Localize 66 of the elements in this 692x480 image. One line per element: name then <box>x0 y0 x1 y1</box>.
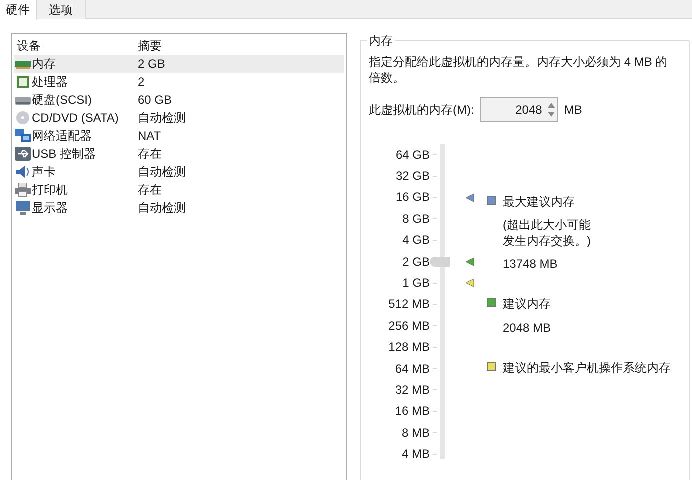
device-name: 处理器 <box>32 74 68 91</box>
legend-note: (超出此大小可能发生内存交换。) <box>503 217 592 249</box>
monitor-icon <box>15 201 31 215</box>
network-icon <box>15 129 31 143</box>
device-name: 显示器 <box>32 200 68 217</box>
device-summary: 自动检测 <box>137 164 186 181</box>
device-row[interactable]: 处理器 2 <box>14 73 344 91</box>
tick-label: 512 MB <box>388 296 430 314</box>
tick-label: 64 GB <box>396 146 430 164</box>
printer-icon <box>15 183 31 197</box>
slider-thumb[interactable] <box>430 256 450 267</box>
device-summary: 60 GB <box>137 92 172 109</box>
down-arrow-icon[interactable] <box>548 112 555 116</box>
tick-label: 16 GB <box>396 189 430 206</box>
device-name: 打印机 <box>32 182 68 199</box>
device-summary: NAT <box>137 128 162 145</box>
speaker-icon <box>15 165 31 179</box>
memory-label: 此虚拟机的内存(M): <box>369 102 474 118</box>
device-row[interactable]: 打印机 存在 <box>14 181 344 199</box>
legend-value: 13748 MB <box>503 256 559 273</box>
legend-label: 建议内存 <box>503 296 552 313</box>
tick-label: 32 MB <box>395 382 430 399</box>
tick-label: 4 MB <box>402 446 430 464</box>
device-name: 声卡 <box>32 164 56 181</box>
memory-spinbox[interactable]: 2048 <box>480 97 558 122</box>
disc-icon <box>15 111 31 125</box>
column-header[interactable]: 设备 <box>14 37 136 55</box>
tick-label: 128 MB <box>388 339 430 356</box>
memory-unit: MB <box>564 102 582 118</box>
device-name: 内存 <box>32 56 56 73</box>
up-arrow-icon[interactable] <box>548 102 555 108</box>
device-row[interactable]: 网络适配器 NAT <box>14 127 344 145</box>
legend-label: 最大建议内存 <box>503 194 576 211</box>
device-summary: 存在 <box>137 146 162 163</box>
column-header[interactable]: 摘要 <box>136 37 162 55</box>
tick-label: 8 MB <box>402 424 430 442</box>
tick-label: 32 GB <box>396 168 430 186</box>
device-row[interactable]: 声卡 自动检测 <box>14 163 344 181</box>
tick-label: 16 MB <box>395 403 430 420</box>
tab[interactable]: 选项 <box>37 0 86 19</box>
device-summary: 自动检测 <box>137 200 186 217</box>
device-name: USB 控制器 <box>32 146 96 163</box>
chip-icon <box>15 75 31 89</box>
device-summary: 2 <box>137 74 145 91</box>
device-row[interactable]: 硬盘(SCSI) 60 GB <box>14 91 344 109</box>
memory-description: 指定分配给此虚拟机的内存量。内存大小必须为 4 MB 的倍数。 <box>369 54 669 86</box>
tab[interactable]: 硬件 <box>0 0 37 20</box>
legend-value: 2048 MB <box>503 320 552 337</box>
legend-label: 建议的最小客户机操作系统内存 <box>503 360 671 377</box>
tick-label: 8 GB <box>402 210 430 228</box>
tick-label: 2 GB <box>402 254 430 271</box>
tick-label: 4 GB <box>402 232 430 250</box>
device-row[interactable]: 内存 2 GB <box>14 55 344 73</box>
usb-icon <box>15 147 31 161</box>
device-row[interactable]: CD/DVD (SATA) 自动检测 <box>14 109 344 127</box>
tick-label: 64 MB <box>395 360 430 378</box>
device-summary: 2 GB <box>137 56 166 73</box>
device-row[interactable]: USB 控制器 存在 <box>14 145 344 163</box>
device-row[interactable]: 显示器 自动检测 <box>14 199 344 217</box>
device-name: 硬盘(SCSI) <box>32 92 92 109</box>
tick-label: 1 GB <box>402 275 430 292</box>
device-name: CD/DVD (SATA) <box>32 110 119 127</box>
device-name: 网络适配器 <box>32 128 92 145</box>
device-summary: 自动检测 <box>137 110 186 127</box>
tick-label: 256 MB <box>388 318 430 335</box>
device-summary: 存在 <box>137 182 162 199</box>
